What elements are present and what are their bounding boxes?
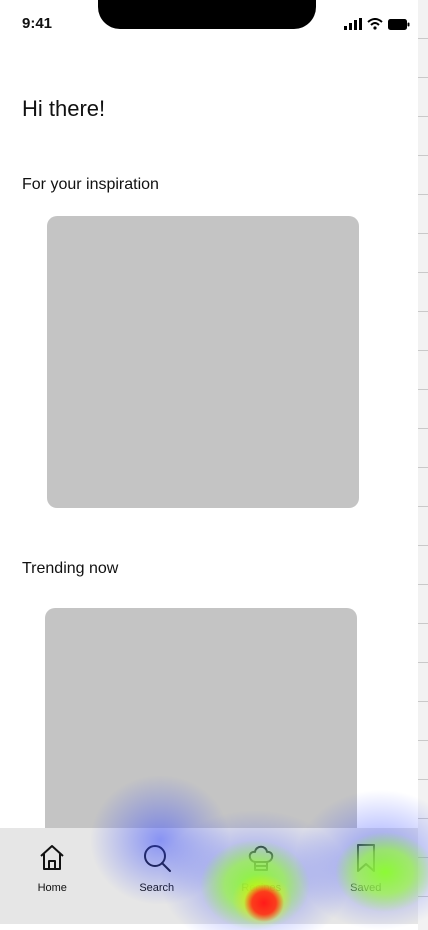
section-title-inspiration: For your inspiration: [22, 176, 159, 193]
tab-search[interactable]: Search: [105, 828, 210, 924]
greeting-heading: Hi there!: [22, 96, 106, 121]
home-icon: [40, 845, 64, 870]
battery-icon: [388, 18, 410, 30]
tab-search-label: Search: [139, 882, 175, 894]
canvas-edge-ruler: [418, 0, 428, 930]
status-time: 9:41: [22, 15, 53, 32]
section-title-trending: Trending now: [22, 560, 119, 577]
wifi-icon: [367, 18, 383, 30]
device-notch: [98, 0, 316, 29]
phone-screen: 9:41 Hi there! For your inspiration Tren…: [0, 0, 418, 930]
tab-recipes[interactable]: Recipes: [209, 828, 314, 924]
tab-home-label: Home: [37, 882, 67, 894]
search-icon: [143, 845, 171, 872]
tab-recipes-label: Recipes: [241, 882, 282, 894]
tab-home[interactable]: Home: [0, 828, 105, 924]
bottom-tab-bar: Home Search Recipes Saved: [0, 828, 418, 924]
chef-hat-icon: [249, 845, 274, 871]
inspiration-card[interactable]: [47, 216, 359, 508]
tab-saved[interactable]: Saved: [314, 828, 419, 924]
status-icons: [344, 18, 410, 30]
signal-icon: [344, 18, 362, 30]
tab-saved-label: Saved: [350, 882, 382, 894]
bookmark-icon: [356, 844, 375, 872]
status-bar: 9:41: [0, 0, 418, 50]
